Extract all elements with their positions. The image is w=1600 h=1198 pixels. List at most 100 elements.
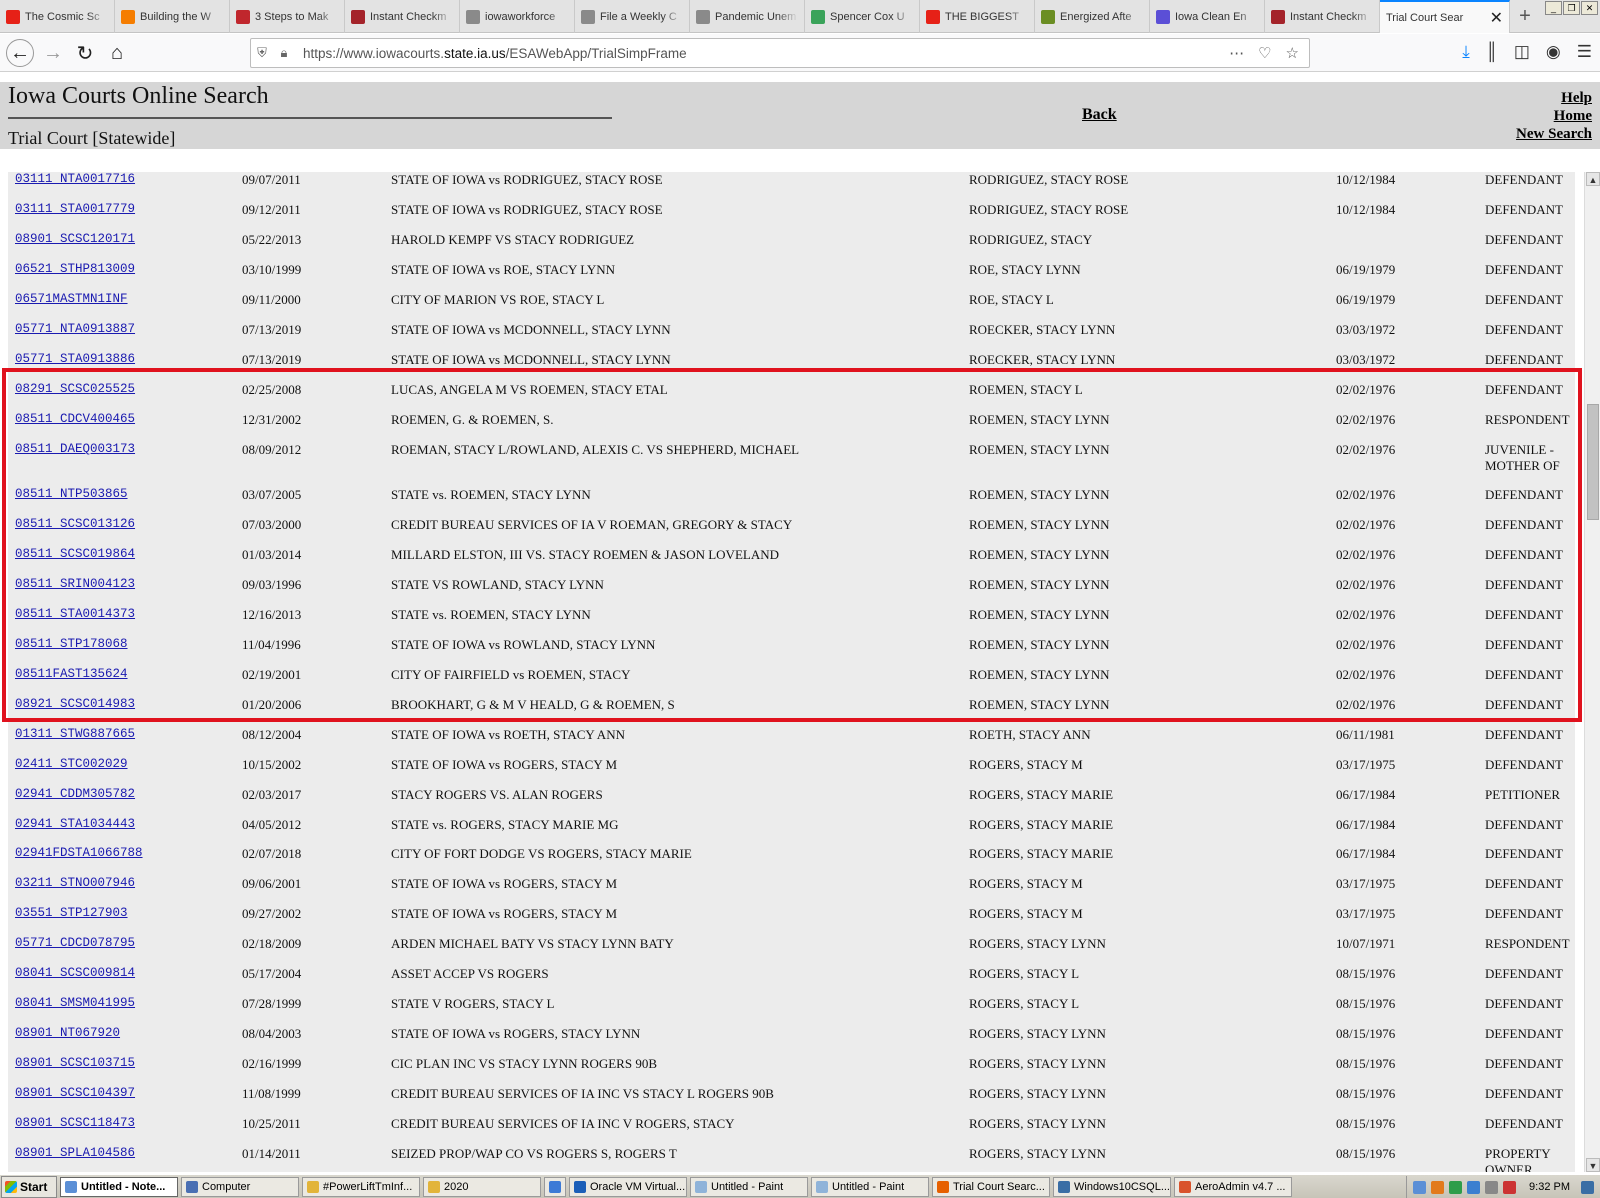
browser-tab[interactable]: 3 Steps to Mak [230,0,345,33]
tray-bluetooth-icon[interactable] [1467,1180,1481,1194]
minimize-button[interactable]: _ [1545,1,1562,15]
bookmark-star-icon[interactable]: ☆ [1286,44,1299,62]
taskbar-button[interactable]: Untitled - Paint [811,1176,929,1197]
case-number-link[interactable]: 08511 SCSC019864 [15,547,135,561]
case-number-link[interactable]: 03111 STA0017779 [15,202,135,216]
menu-icon[interactable]: ☰ [1577,42,1592,62]
browser-tab[interactable]: Pandemic Unem [690,0,805,33]
case-number-link[interactable]: 08291 SCSC025525 [15,382,135,396]
case-number-link[interactable]: 03111 NTA0017716 [15,172,135,186]
pocket-icon[interactable]: ♡ [1258,44,1271,62]
case-number-link[interactable]: 02941 CDDM305782 [15,787,135,801]
case-number-link[interactable]: 06521 STHP813009 [15,262,135,276]
downloads-icon[interactable]: ⤓ [1462,42,1470,62]
case-number-link[interactable]: 08511 STP178068 [15,637,128,651]
scroll-up-icon[interactable]: ▲ [1586,172,1600,186]
taskbar-button[interactable]: Computer [181,1176,299,1197]
case-number-link[interactable]: 08511FAST135624 [15,667,128,681]
tray-volume-icon[interactable] [1485,1180,1499,1194]
case-number-link[interactable]: 08901 SPLA104586 [15,1146,135,1160]
home-icon[interactable]: ⌂ [102,38,132,68]
case-number-link[interactable]: 08901 SCSC118473 [15,1116,135,1130]
back-arrow-icon[interactable]: ← [6,39,34,67]
taskbar-button[interactable]: AeroAdmin v4.7 ... [1174,1176,1292,1197]
case-number-link[interactable]: 08901 SCSC104397 [15,1086,135,1100]
filed-date: 02/03/2017 [242,787,302,802]
taskbar-label: Oracle VM Virtual... [590,1180,686,1193]
home-link[interactable]: Home [1516,107,1592,125]
browser-tab[interactable]: The Cosmic Sc [0,0,115,33]
taskbar-button[interactable]: #PowerLiftTmInf... [302,1176,420,1197]
browser-tab[interactable]: File a Weekly C [575,0,690,33]
browser-tab-active[interactable]: Trial Court Sear ✕ [1380,0,1510,33]
browser-tab[interactable]: Instant Checkm [345,0,460,33]
maximize-button[interactable]: ❐ [1563,1,1580,15]
browser-tab[interactable]: iowaworkforce [460,0,575,33]
case-number-link[interactable]: 08901 SCSC103715 [15,1056,135,1070]
close-tab-icon[interactable]: ✕ [1490,8,1503,28]
case-number-link[interactable]: 05771 CDCD078795 [15,936,135,950]
library-icon[interactable]: ║ [1486,42,1498,62]
case-number-link[interactable]: 05771 STA0913886 [15,352,135,366]
new-search-link[interactable]: New Search [1516,125,1592,143]
case-number-link[interactable]: 05771 NTA0913887 [15,322,135,336]
taskbar-button[interactable]: Untitled - Paint [690,1176,808,1197]
show-desktop-icon[interactable] [1581,1180,1594,1194]
browser-tab[interactable]: Instant Checkm [1265,0,1380,33]
case-title: MILLARD ELSTON, III VS. STACY ROEMEN & J… [391,547,779,562]
case-number-link[interactable]: 01311 STWG887665 [15,727,135,741]
new-tab-button[interactable]: + [1510,0,1540,33]
browser-tab[interactable]: Spencer Cox U [805,0,920,33]
reload-icon[interactable]: ↻ [70,38,100,68]
case-number-link[interactable]: 08041 SMSM041995 [15,996,135,1010]
case-number-link[interactable]: 08511 CDCV400465 [15,412,135,426]
taskbar-clock[interactable]: 9:32 PM [1529,1181,1570,1193]
scroll-down-icon[interactable]: ▼ [1586,1158,1600,1172]
tracking-shield-icon[interactable]: ⛨ [251,45,273,61]
case-number-link[interactable]: 03551 STP127903 [15,906,128,920]
case-number-link[interactable]: 08901 SCSC120171 [15,232,135,246]
browser-tab[interactable]: Energized Afte [1035,0,1150,33]
account-icon[interactable]: ◉ [1546,42,1561,62]
case-number-link[interactable]: 03211 STNO007946 [15,876,135,890]
browser-tab[interactable]: Building the W [115,0,230,33]
address-bar[interactable]: ⛨ 🔒︎ https://www.iowacourts.state.ia.us/… [250,38,1310,68]
vertical-scrollbar[interactable]: ▲ ▼ [1584,172,1600,1172]
birth-date: 02/02/1976 [1336,577,1396,592]
case-number-link[interactable]: 08511 STA0014373 [15,607,135,621]
case-number-link[interactable]: 08511 SRIN004123 [15,577,135,591]
sidebar-icon[interactable]: ◫ [1514,42,1530,62]
taskbar-button[interactable]: Windows10CSQL... [1053,1176,1171,1197]
case-number-link[interactable]: 08511 NTP503865 [15,487,128,501]
browser-tab[interactable]: THE BIGGEST [920,0,1035,33]
browser-tab[interactable]: Iowa Clean En [1150,0,1265,33]
help-link[interactable]: Help [1516,89,1592,107]
case-number-link[interactable]: 08041 SCSC009814 [15,966,135,980]
filed-date: 07/13/2019 [242,352,302,367]
tray-app-icon[interactable] [1431,1180,1445,1194]
case-number-link[interactable]: 08511 DAEQ003173 [15,442,135,456]
taskbar-button[interactable]: Untitled - Note... [60,1176,178,1197]
tray-network-icon[interactable] [1449,1180,1463,1194]
case-number-link[interactable]: 06571MASTMN1INF [15,292,128,306]
page-actions-icon[interactable]: ⋯ [1229,44,1244,62]
start-button[interactable]: Start [1,1175,57,1198]
taskbar-button[interactable]: 2020 [423,1176,541,1197]
taskbar-button[interactable]: Oracle VM Virtual... [569,1176,687,1197]
case-number-link[interactable]: 02941 STA1034443 [15,817,135,831]
close-window-button[interactable]: ✕ [1581,1,1598,15]
back-link[interactable]: Back [1082,106,1117,124]
case-number-link[interactable]: 02411 STC002029 [15,757,128,771]
taskbar-button[interactable]: Trial Court Searc... [932,1176,1050,1197]
lock-icon[interactable]: 🔒︎ [273,45,295,61]
url-text[interactable]: https://www.iowacourts.state.ia.us/ESAWe… [303,46,1229,61]
case-number-link[interactable]: 08901 NT067920 [15,1026,120,1040]
taskbar-button[interactable] [544,1176,566,1197]
scroll-thumb[interactable] [1587,404,1599,520]
case-number-link[interactable]: 02941FDSTA1066788 [15,846,143,860]
case-number-link[interactable]: 08511 SCSC013126 [15,517,135,531]
case-number-link[interactable]: 08921 SCSC014983 [15,697,135,711]
tray-clock-icon[interactable] [1413,1180,1427,1194]
forward-arrow-icon[interactable]: → [38,38,68,68]
tray-security-icon[interactable] [1503,1180,1517,1194]
